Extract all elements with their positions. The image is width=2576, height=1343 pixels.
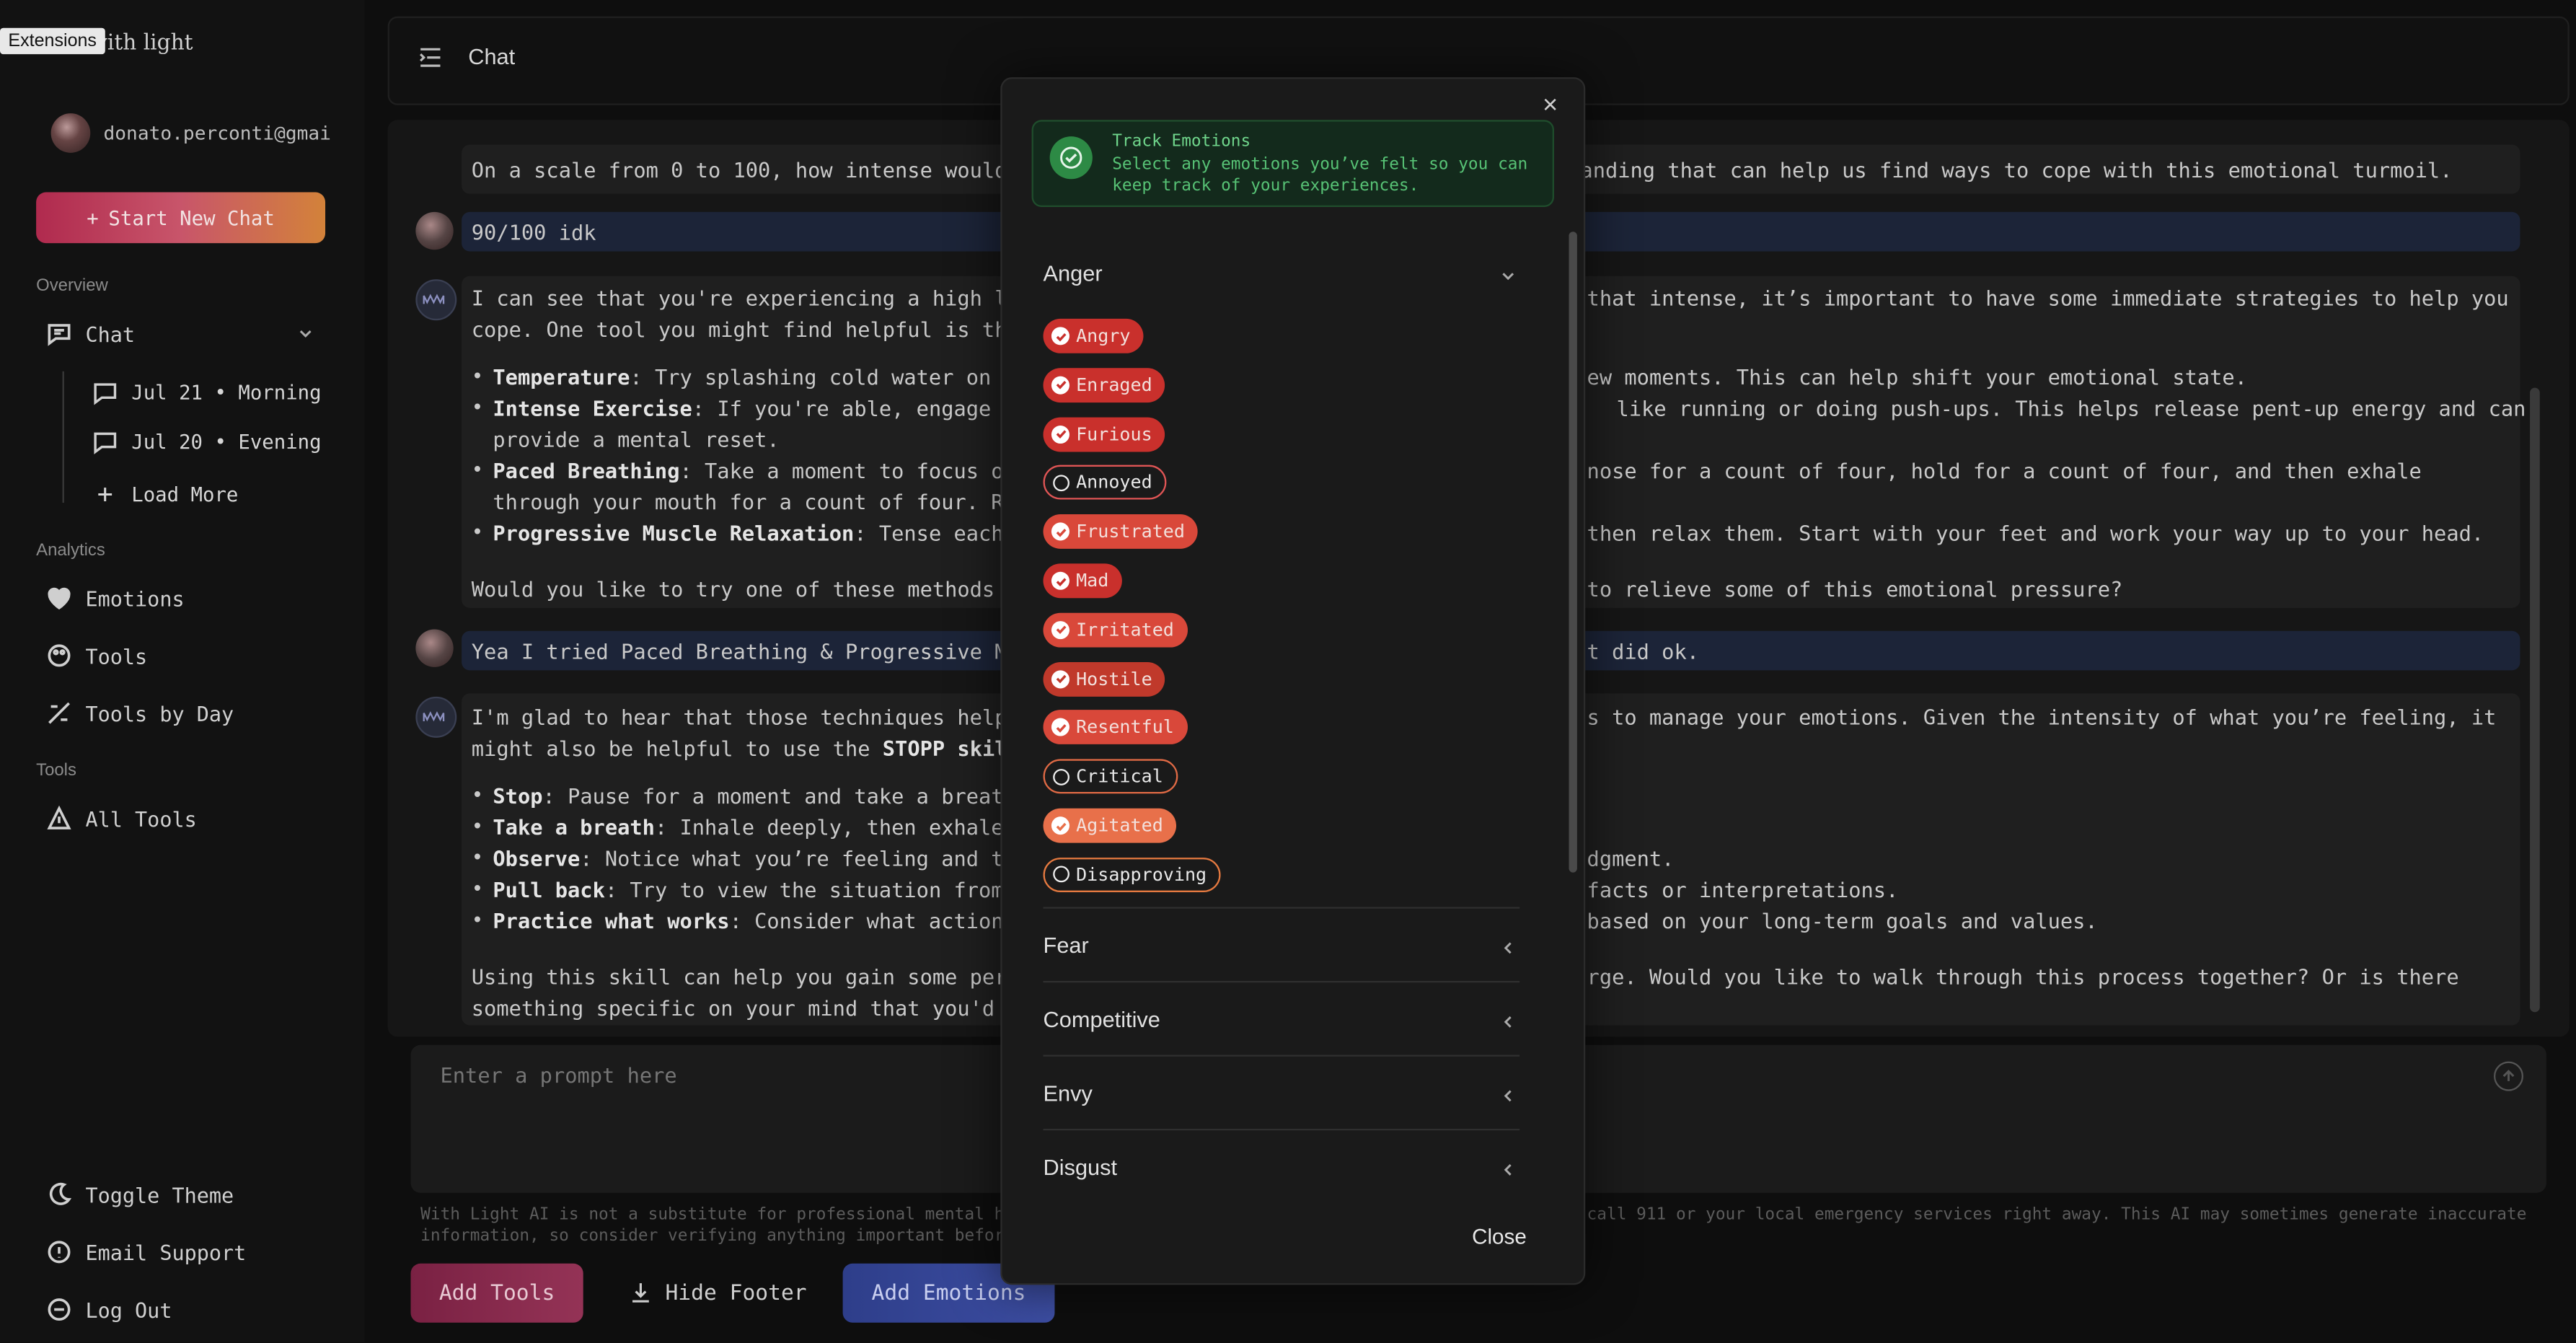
group-envy-header[interactable]: Envy [1044,1081,1520,1106]
chevron-down-icon [1502,273,1514,281]
group-fear-header[interactable]: Fear [1044,933,1520,958]
divider [1043,907,1520,909]
divider [1043,1128,1520,1131]
emotion-chip-label: Mad [1076,570,1109,592]
emotion-chip-disapproving[interactable]: Disapproving [1043,857,1222,892]
toast-title: Track Emotions [1112,133,1251,151]
emotion-chip-label: Enraged [1076,374,1152,396]
circle-icon [1053,866,1069,883]
emotion-chip-label: Annoyed [1076,472,1152,494]
emotion-chip-furious[interactable]: Furious [1043,416,1165,452]
circle-icon [1053,768,1069,785]
emotion-chip-label: Hostile [1076,668,1152,690]
emotion-chip-label: Critical [1076,765,1163,788]
emotion-chip-label: Angry [1076,325,1131,347]
track-emotions-toast: Track Emotions Select any emotions you’v… [1031,120,1554,208]
emotion-chip-enraged[interactable]: Enraged [1043,367,1165,402]
close-icon[interactable]: × [1543,92,1558,122]
track-emotions-modal: × Track Emotions Select any emotions you… [1000,77,1586,1285]
group-disgust-header[interactable]: Disgust [1043,1155,1520,1180]
chevron-left-icon [1504,1090,1512,1102]
emotion-chip-critical[interactable]: Critical [1043,759,1178,794]
group-label: Anger [1043,261,1103,286]
check-icon [1051,327,1069,345]
group-anger-header[interactable]: Anger [1044,261,1520,286]
toast-text: Select any emotions you’ve felt so you c… [1112,156,1528,196]
check-icon [1051,669,1069,688]
modal-scrollbar[interactable] [1569,232,1577,873]
circle-icon [1053,475,1069,491]
group-label: Fear [1043,933,1089,959]
emotion-chip-angry[interactable]: Angry [1043,318,1144,353]
emotion-chip-mad[interactable]: Mad [1043,563,1122,599]
emotion-chip-hostile[interactable]: Hostile [1043,661,1165,696]
close-button[interactable]: Close [1472,1224,1527,1249]
emotion-chip-label: Frustrated [1076,521,1185,543]
divider [1043,980,1520,983]
check-icon [1051,376,1069,395]
check-icon [1051,718,1069,737]
emotion-chip-frustrated[interactable]: Frustrated [1043,514,1199,550]
check-icon [1051,620,1069,639]
emotion-chip-label: Disapproving [1076,863,1207,886]
emotion-chip-label: Irritated [1076,619,1174,640]
check-icon [1051,425,1069,444]
emotion-chip-label: Resentful [1076,717,1174,739]
emotion-chip-resentful[interactable]: Resentful [1043,710,1188,745]
group-competitive-header[interactable]: Competitive [1043,1007,1520,1032]
group-label: Disgust [1043,1155,1118,1180]
chevron-left-icon [1504,1016,1512,1028]
divider [1043,1054,1520,1057]
check-icon [1051,522,1069,541]
group-label: Envy [1043,1080,1093,1106]
check-circle-icon [1049,136,1093,180]
emotion-chip-label: Agitated [1076,814,1163,837]
emotion-chip-annoyed[interactable]: Annoyed [1043,465,1168,501]
emotion-chip-agitated[interactable]: Agitated [1043,808,1177,843]
chevron-left-icon [1504,942,1512,954]
chevron-left-icon [1504,1164,1512,1176]
emotion-chip-irritated[interactable]: Irritated [1043,612,1188,648]
group-label: Competitive [1043,1007,1160,1032]
check-icon [1051,571,1069,590]
check-icon [1051,816,1069,835]
emotion-chip-label: Furious [1076,423,1152,445]
